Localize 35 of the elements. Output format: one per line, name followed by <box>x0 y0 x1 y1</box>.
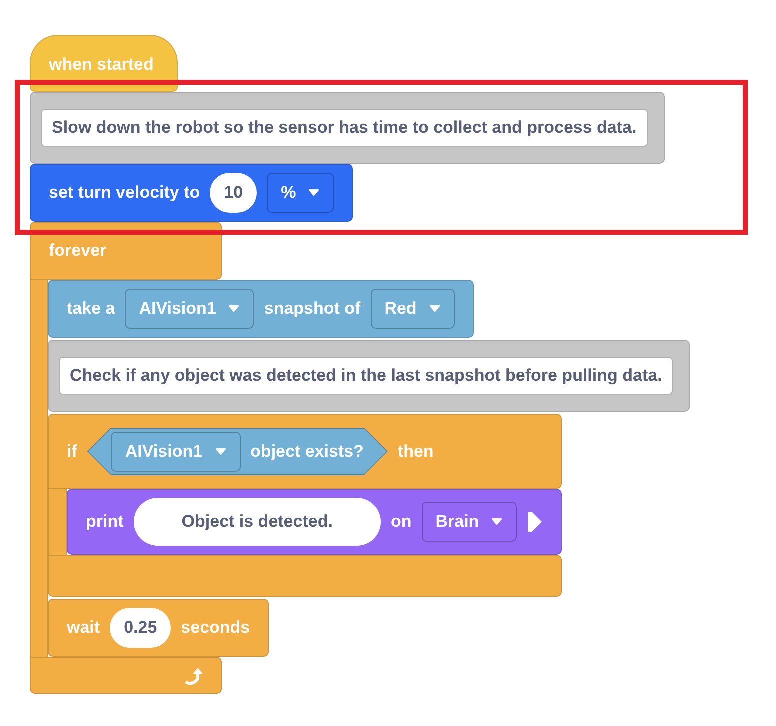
block-label: if <box>67 440 78 463</box>
code-block[interactable]: wait 0.25 seconds <box>48 599 270 657</box>
block-label: take a <box>67 298 116 320</box>
if-block-arm <box>48 489 67 555</box>
dropdown[interactable]: % <box>267 173 334 213</box>
text-input[interactable]: Object is detected. <box>134 498 381 546</box>
number-input[interactable]: 0.25 <box>110 608 172 648</box>
number-input[interactable]: 10 <box>210 173 258 213</box>
block-label: object exists? <box>250 440 364 463</box>
block-label: on <box>390 511 412 534</box>
block-label: wait <box>67 617 100 640</box>
block-label: set turn velocity to <box>49 182 200 204</box>
caret-icon <box>491 518 504 526</box>
block-label: when started <box>49 54 154 76</box>
block-label: forever <box>49 240 107 262</box>
code-block[interactable]: set turn velocity to 10 % <box>30 164 354 222</box>
condition-block[interactable]: AIVision1 object exists? <box>87 428 388 476</box>
code-block[interactable]: take a AIVision1 snapshot of Red <box>48 280 474 338</box>
caret-icon <box>228 305 240 313</box>
caret-icon <box>428 305 441 313</box>
block-label: snapshot of <box>264 298 361 320</box>
block-label: then <box>398 440 434 463</box>
dropdown[interactable]: Brain <box>422 502 518 542</box>
dropdown[interactable]: AIVision1 <box>111 432 241 472</box>
expand-arrow-icon[interactable] <box>527 511 544 533</box>
caret-icon <box>308 189 320 197</box>
comment-text[interactable]: Check if any object was detected in the last snapshot before pulling data. <box>59 357 674 395</box>
comment-text[interactable]: Slow down the robot so the sensor has time to collect and process data. <box>41 109 648 147</box>
caret-icon <box>214 448 227 456</box>
block-label: print <box>86 511 124 534</box>
dropdown[interactable]: Red <box>370 289 455 329</box>
dropdown[interactable]: AIVision1 <box>125 289 254 329</box>
if-block-header[interactable]: if AIVision1 object exists? then <box>48 414 562 489</box>
block-label: seconds <box>181 617 250 640</box>
code-block[interactable]: print Object is detected. on Brain <box>67 489 562 555</box>
